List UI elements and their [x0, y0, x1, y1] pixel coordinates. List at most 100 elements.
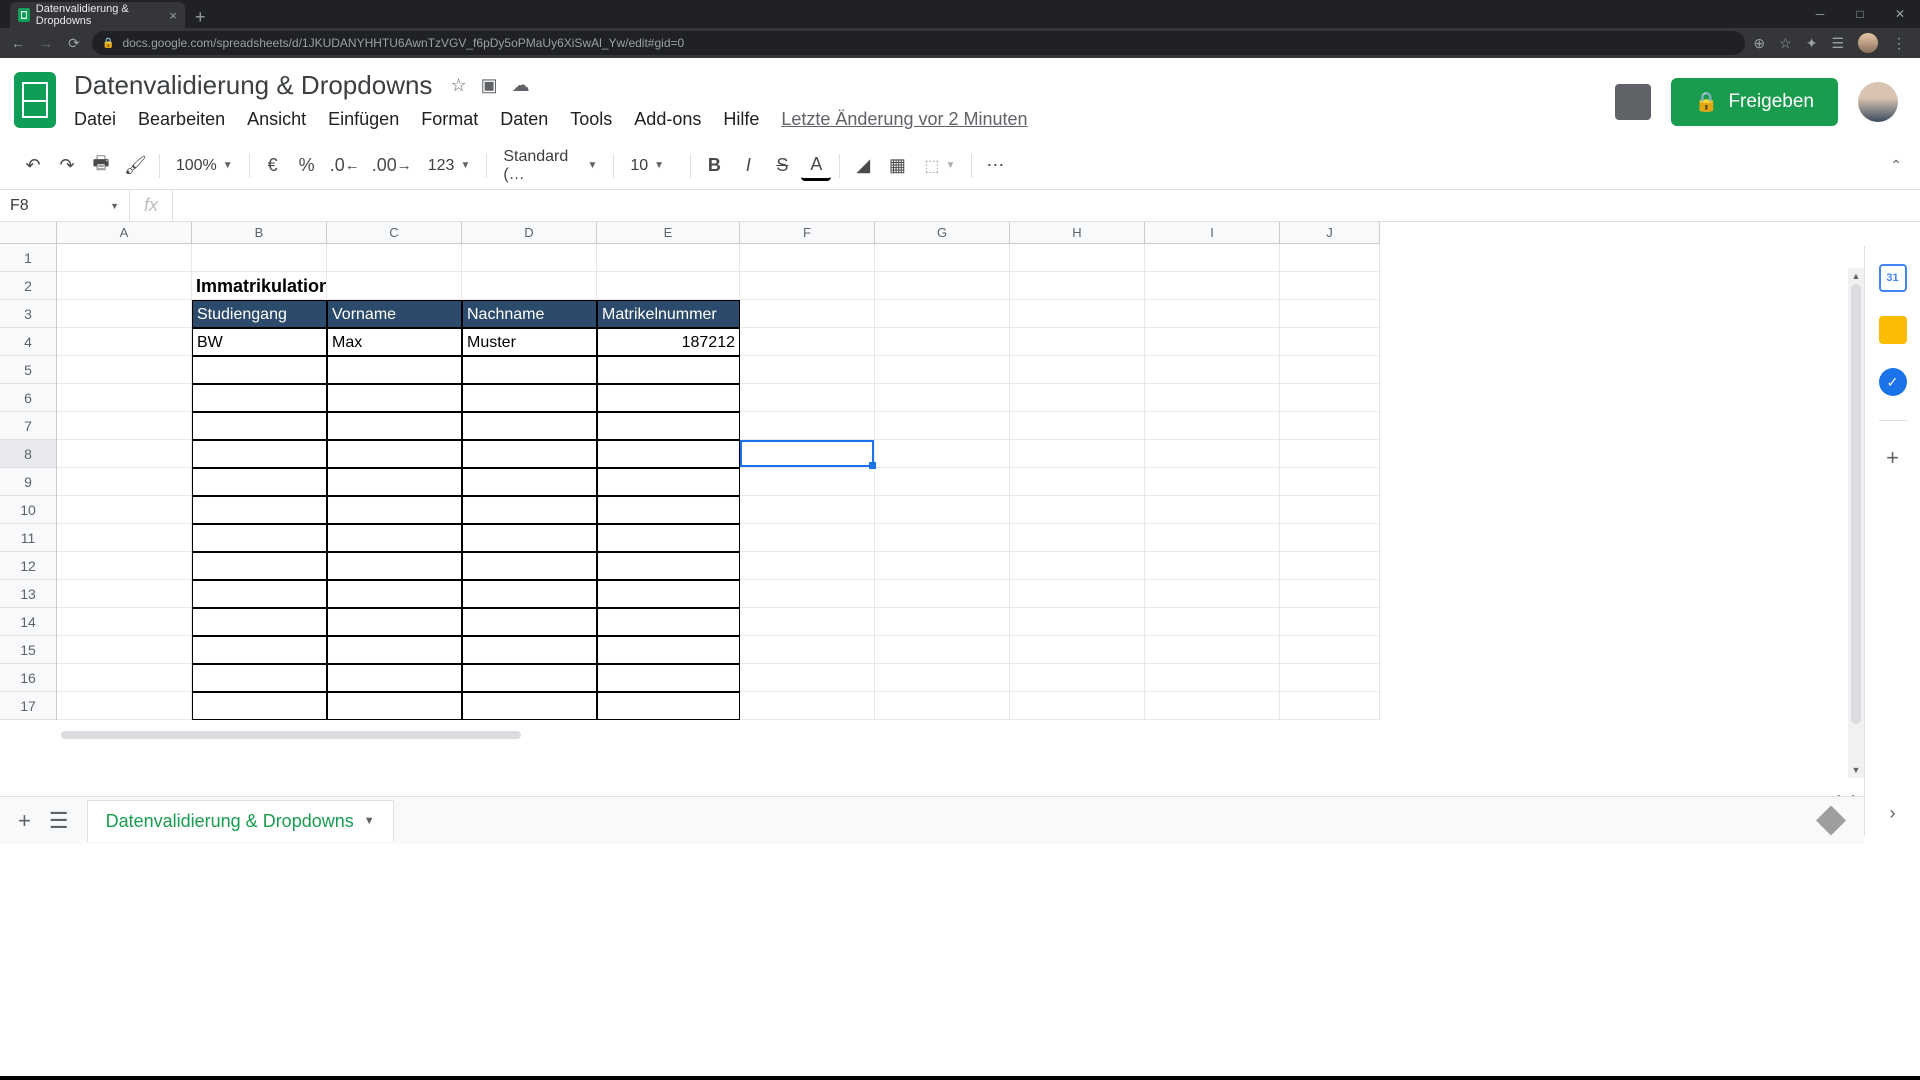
cell-B14[interactable]	[192, 608, 327, 636]
cell-F1[interactable]	[740, 244, 875, 272]
keep-icon[interactable]	[1879, 316, 1907, 344]
cell-J6[interactable]	[1280, 384, 1380, 412]
cell-E2[interactable]	[597, 272, 740, 300]
cell-D11[interactable]	[462, 524, 597, 552]
menu-help[interactable]: Hilfe	[723, 109, 759, 130]
cell-H13[interactable]	[1010, 580, 1145, 608]
cell-E8[interactable]	[597, 440, 740, 468]
cell-C12[interactable]	[327, 552, 462, 580]
cell-B10[interactable]	[192, 496, 327, 524]
cell-A2[interactable]	[57, 272, 192, 300]
cell-F2[interactable]	[740, 272, 875, 300]
cell-I11[interactable]	[1145, 524, 1280, 552]
cell-E1[interactable]	[597, 244, 740, 272]
cell-G3[interactable]	[875, 300, 1010, 328]
column-header-C[interactable]: C	[327, 222, 462, 243]
new-tab-button[interactable]: +	[185, 7, 216, 28]
cell-F9[interactable]	[740, 468, 875, 496]
cell-E3[interactable]: Matrikelnummer	[597, 300, 740, 328]
tasks-icon[interactable]	[1879, 368, 1907, 396]
cell-D17[interactable]	[462, 692, 597, 720]
row-header-4[interactable]: 4	[0, 328, 56, 356]
cloud-status-icon[interactable]: ☁	[512, 75, 530, 96]
share-button[interactable]: 🔒 Freigeben	[1671, 78, 1838, 126]
cell-F3[interactable]	[740, 300, 875, 328]
cell-B6[interactable]	[192, 384, 327, 412]
row-header-8[interactable]: 8	[0, 440, 56, 468]
menu-data[interactable]: Daten	[500, 109, 548, 130]
cell-G11[interactable]	[875, 524, 1010, 552]
cell-I3[interactable]	[1145, 300, 1280, 328]
font-dropdown[interactable]: Standard (…▼	[495, 148, 605, 184]
cell-G12[interactable]	[875, 552, 1010, 580]
cell-H8[interactable]	[1010, 440, 1145, 468]
cell-I10[interactable]	[1145, 496, 1280, 524]
row-header-13[interactable]: 13	[0, 580, 56, 608]
decrease-decimal-button[interactable]: .0←	[326, 151, 364, 181]
cell-J12[interactable]	[1280, 552, 1380, 580]
undo-button[interactable]: ↶	[18, 151, 48, 181]
cell-B5[interactable]	[192, 356, 327, 384]
cell-D14[interactable]	[462, 608, 597, 636]
cell-D15[interactable]	[462, 636, 597, 664]
cell-A3[interactable]	[57, 300, 192, 328]
cell-G13[interactable]	[875, 580, 1010, 608]
cell-E11[interactable]	[597, 524, 740, 552]
cell-E14[interactable]	[597, 608, 740, 636]
cell-H4[interactable]	[1010, 328, 1145, 356]
cell-A5[interactable]	[57, 356, 192, 384]
cell-F15[interactable]	[740, 636, 875, 664]
cell-A11[interactable]	[57, 524, 192, 552]
bookmark-icon[interactable]: ☆	[1779, 35, 1792, 52]
cell-H15[interactable]	[1010, 636, 1145, 664]
cell-C17[interactable]	[327, 692, 462, 720]
cell-H11[interactable]	[1010, 524, 1145, 552]
row-header-11[interactable]: 11	[0, 524, 56, 552]
cell-G7[interactable]	[875, 412, 1010, 440]
browser-tab[interactable]: Datenvalidierung & Dropdowns ×	[10, 2, 185, 28]
cell-C14[interactable]	[327, 608, 462, 636]
formula-input[interactable]	[173, 190, 1920, 221]
cell-F10[interactable]	[740, 496, 875, 524]
cell-G4[interactable]	[875, 328, 1010, 356]
cell-D5[interactable]	[462, 356, 597, 384]
cell-C16[interactable]	[327, 664, 462, 692]
cell-I15[interactable]	[1145, 636, 1280, 664]
cell-G10[interactable]	[875, 496, 1010, 524]
cell-A9[interactable]	[57, 468, 192, 496]
fill-color-button[interactable]: ◢	[848, 151, 878, 181]
cell-I17[interactable]	[1145, 692, 1280, 720]
paint-format-button[interactable]: 🖌	[120, 151, 151, 181]
sheet-tab-active[interactable]: Datenvalidierung & Dropdowns ▼	[87, 800, 394, 842]
all-sheets-button[interactable]: ☰	[49, 808, 69, 834]
cell-B9[interactable]	[192, 468, 327, 496]
cell-G17[interactable]	[875, 692, 1010, 720]
cell-C3[interactable]: Vorname	[327, 300, 462, 328]
font-size-dropdown[interactable]: 10▼	[622, 157, 682, 175]
zoom-icon[interactable]: ⊕	[1753, 35, 1765, 52]
currency-button[interactable]: €	[258, 151, 288, 181]
cell-J13[interactable]	[1280, 580, 1380, 608]
cell-B11[interactable]	[192, 524, 327, 552]
cell-H9[interactable]	[1010, 468, 1145, 496]
cell-G9[interactable]	[875, 468, 1010, 496]
cell-I14[interactable]	[1145, 608, 1280, 636]
cell-H7[interactable]	[1010, 412, 1145, 440]
cell-I2[interactable]	[1145, 272, 1280, 300]
cell-F13[interactable]	[740, 580, 875, 608]
cell-H10[interactable]	[1010, 496, 1145, 524]
window-close[interactable]: ✕	[1880, 0, 1920, 28]
row-header-5[interactable]: 5	[0, 356, 56, 384]
back-button[interactable]: ←	[8, 35, 28, 51]
move-icon[interactable]: ▣	[481, 75, 498, 96]
collapse-toolbar-button[interactable]: ⌃	[1890, 157, 1902, 174]
cell-I1[interactable]	[1145, 244, 1280, 272]
calendar-icon[interactable]	[1879, 264, 1907, 292]
cell-A17[interactable]	[57, 692, 192, 720]
cell-A8[interactable]	[57, 440, 192, 468]
cell-E6[interactable]	[597, 384, 740, 412]
cell-E9[interactable]	[597, 468, 740, 496]
cell-I12[interactable]	[1145, 552, 1280, 580]
cells-area[interactable]: ImmatrikulationStudiengangVornameNachnam…	[57, 244, 1380, 720]
row-header-15[interactable]: 15	[0, 636, 56, 664]
